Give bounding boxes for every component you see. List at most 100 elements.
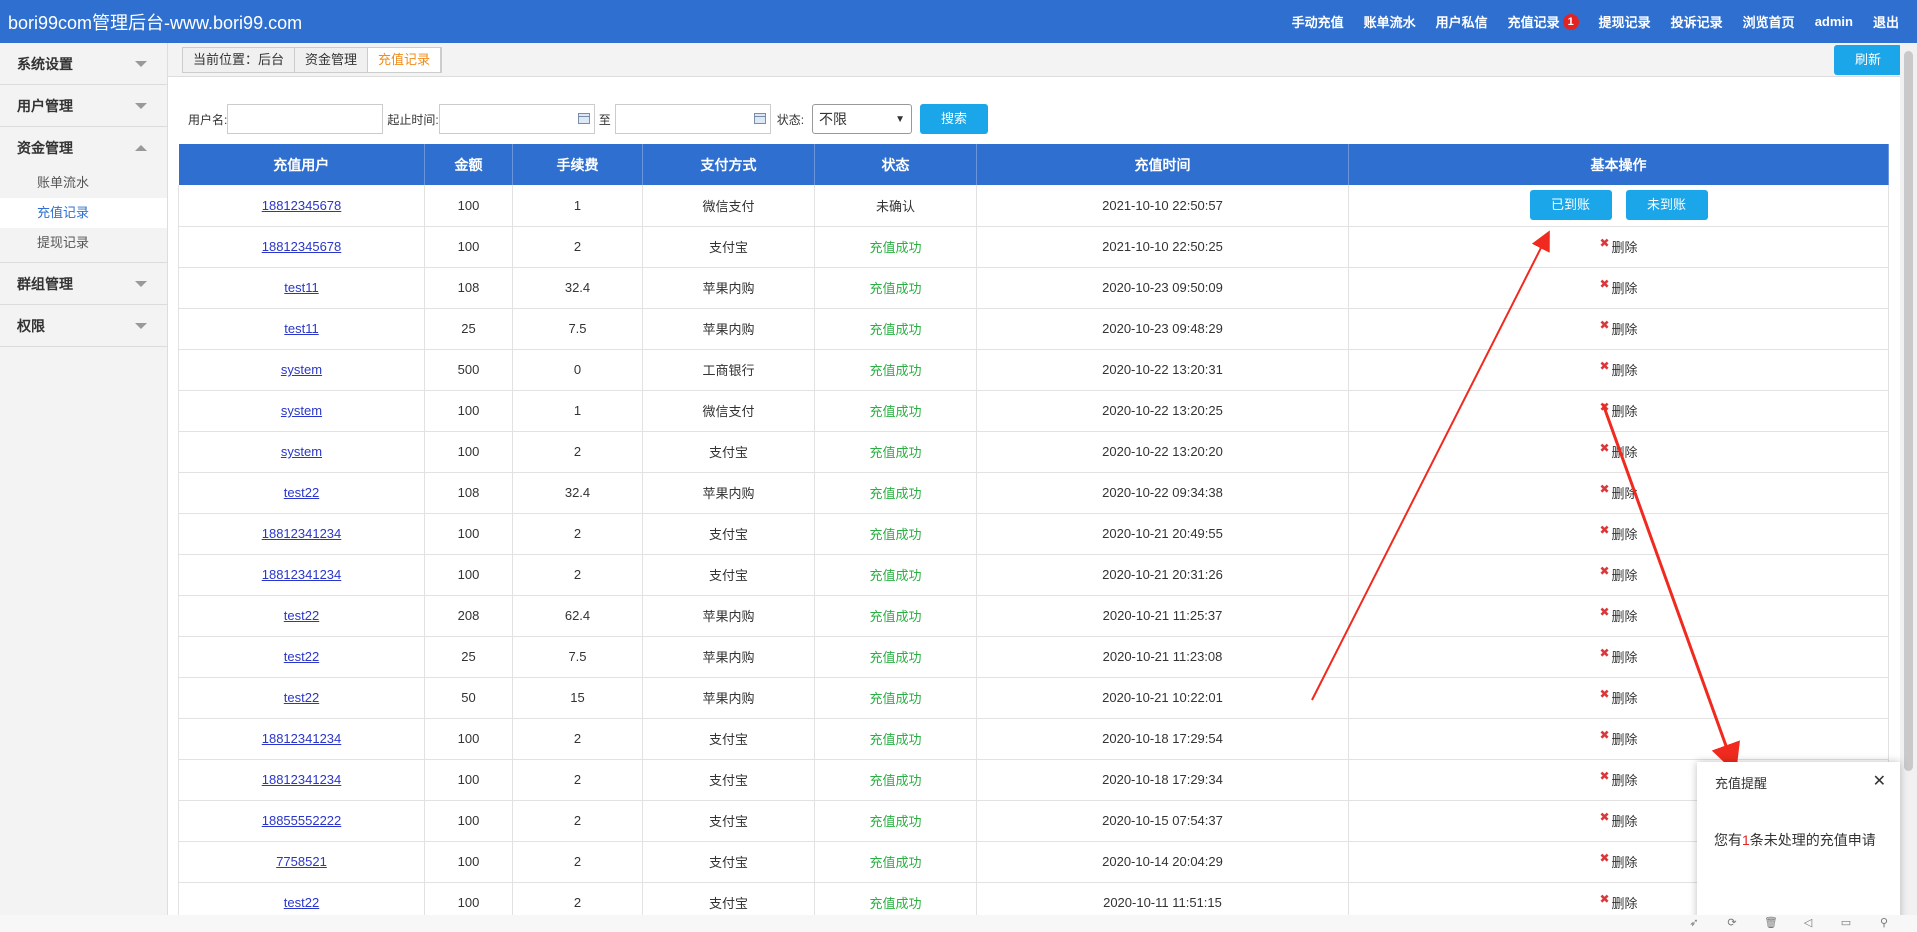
table-cell: 微信支付 xyxy=(642,185,815,227)
user-link[interactable]: test11 xyxy=(284,321,318,336)
nav-item-5[interactable]: 投诉记录 xyxy=(1671,12,1723,31)
delete-label: 删除 xyxy=(1611,322,1638,337)
fee: 2 xyxy=(573,854,582,869)
calendar-icon[interactable] xyxy=(577,113,590,124)
sidebar-item[interactable]: 账单流水 xyxy=(0,168,167,198)
user-link[interactable]: system xyxy=(281,362,322,377)
payment-method: 苹果内购 xyxy=(702,650,755,665)
status-select[interactable]: 不限 ▼ xyxy=(812,104,913,134)
end-date-input[interactable] xyxy=(614,104,771,134)
breadcrumb-section[interactable]: 资金管理 xyxy=(295,48,369,72)
table-cell: 2021-10-10 22:50:25 xyxy=(976,226,1349,268)
search-button[interactable]: 搜索 xyxy=(920,104,989,134)
sidebar-item[interactable]: 提现记录 xyxy=(0,228,167,258)
delete-link[interactable]: ✖ 删除 xyxy=(1599,892,1637,912)
table-cell: 2020-10-22 13:20:25 xyxy=(976,390,1349,432)
nav-item-8[interactable]: 退出 xyxy=(1873,12,1899,31)
trash-icon[interactable]: 🗑 xyxy=(1764,917,1778,929)
delete-link[interactable]: ✖ 删除 xyxy=(1599,564,1637,584)
delete-link[interactable]: ✖ 删除 xyxy=(1599,605,1637,625)
username-input[interactable] xyxy=(227,104,384,134)
fee: 2 xyxy=(573,444,582,459)
user-link[interactable]: 18812341234 xyxy=(262,567,342,582)
sidebar-group-header[interactable]: 群组管理 xyxy=(0,263,167,304)
delete-link[interactable]: ✖ 删除 xyxy=(1599,441,1637,461)
user-link[interactable]: 18812345678 xyxy=(262,239,342,254)
calendar-icon[interactable] xyxy=(753,113,766,124)
user-link[interactable]: test22 xyxy=(284,649,319,664)
user-link[interactable]: test22 xyxy=(284,690,319,705)
delete-link[interactable]: ✖ 删除 xyxy=(1599,810,1637,830)
breadcrumb-home[interactable]: 当前位置：后台 xyxy=(183,48,296,72)
table-cell: test11 xyxy=(178,308,425,350)
recharge-time: 2020-10-22 09:34:38 xyxy=(1102,485,1223,500)
nav-item-6[interactable]: 浏览首页 xyxy=(1743,12,1795,31)
refresh-icon[interactable]: ⟳ xyxy=(1726,917,1738,929)
delete-link[interactable]: ✖ 删除 xyxy=(1599,769,1637,789)
user-link[interactable]: 18812345678 xyxy=(262,198,342,213)
speaker-icon[interactable]: ◁ xyxy=(1802,917,1814,929)
delete-link[interactable]: ✖ 删除 xyxy=(1599,277,1637,297)
user-link[interactable]: 7758521 xyxy=(276,854,327,869)
window-icon[interactable]: ▭ xyxy=(1840,917,1852,929)
sidebar-item[interactable]: 充值记录 xyxy=(0,198,167,228)
scrollbar-thumb[interactable] xyxy=(1904,51,1913,771)
user-link[interactable]: test11 xyxy=(284,280,318,295)
table-cell: 苹果内购 xyxy=(642,308,815,350)
table-cell: 2 xyxy=(512,718,643,760)
nav-item-1[interactable]: 账单流水 xyxy=(1364,12,1416,31)
user-link[interactable]: test22 xyxy=(284,485,319,500)
delete-link[interactable]: ✖ 删除 xyxy=(1599,400,1637,420)
rocket-icon[interactable]: ➶ xyxy=(1688,917,1700,929)
delete-link[interactable]: ✖ 删除 xyxy=(1599,359,1637,379)
refresh-button[interactable]: 刷新 xyxy=(1834,45,1902,75)
delete-link[interactable]: ✖ 删除 xyxy=(1599,236,1637,256)
not-received-button[interactable]: 未到账 xyxy=(1625,190,1708,221)
table-cell: 苹果内购 xyxy=(642,677,815,719)
delete-link[interactable]: ✖ 删除 xyxy=(1599,318,1638,338)
delete-link[interactable]: ✖ 删除 xyxy=(1599,523,1637,543)
main-content: 当前位置：后台 资金管理 充值记录 刷新 用户名: 起止时间: 至 状态: 不限… xyxy=(168,43,1917,924)
confirm-received-button[interactable]: 已到账 xyxy=(1529,190,1612,221)
nav-item-3[interactable]: 充值记录 1 xyxy=(1508,12,1579,31)
user-link[interactable]: system xyxy=(281,444,322,459)
delete-label: 删除 xyxy=(1611,650,1638,665)
nav-item-4[interactable]: 提现记录 xyxy=(1599,12,1651,31)
user-link[interactable]: 18812341234 xyxy=(262,526,342,541)
table-cell: 苹果内购 xyxy=(642,472,815,514)
fee: 2 xyxy=(573,772,582,787)
user-link[interactable]: 18855552222 xyxy=(262,813,342,828)
user-link[interactable]: test22 xyxy=(284,895,319,910)
delete-link[interactable]: ✖ 删除 xyxy=(1599,687,1637,707)
delete-label: 删除 xyxy=(1611,486,1638,501)
nav-item-7[interactable]: admin xyxy=(1815,14,1853,29)
delete-label: 删除 xyxy=(1611,855,1638,870)
table-cell: 100 xyxy=(424,718,513,760)
user-link[interactable]: 18812341234 xyxy=(262,772,342,787)
table-row: test22 208 62.4 苹果内购 充值成功 2020-10-21 11:25:37… xyxy=(178,595,1889,637)
close-icon[interactable]: ✕ xyxy=(1873,771,1886,791)
user-link[interactable]: system xyxy=(281,403,322,418)
sidebar-group-header[interactable]: 资金管理 xyxy=(0,127,167,168)
recharge-time: 2020-10-21 11:25:37 xyxy=(1102,608,1223,623)
delete-link[interactable]: ✖ 删除 xyxy=(1599,646,1638,666)
chevron-down-icon xyxy=(135,322,147,329)
nav-item-0[interactable]: 手动充值 xyxy=(1292,12,1344,31)
nav-item-2[interactable]: 用户私信 xyxy=(1436,12,1488,31)
delete-link[interactable]: ✖ 删除 xyxy=(1599,482,1638,502)
user-link[interactable]: 18812341234 xyxy=(262,731,342,746)
delete-link[interactable]: ✖ 删除 xyxy=(1599,851,1638,871)
sidebar-group-header[interactable]: 用户管理 xyxy=(0,85,167,126)
table-cell: 1 xyxy=(512,390,643,432)
table-cell: 2 xyxy=(512,226,643,268)
time-range-label: 起止时间: xyxy=(387,112,439,127)
table-cell: 1 xyxy=(512,185,643,227)
user-link[interactable]: test22 xyxy=(284,608,319,623)
sidebar-group-header[interactable]: 权限 xyxy=(0,305,167,346)
amount: 100 xyxy=(457,526,480,541)
delete-link[interactable]: ✖ 删除 xyxy=(1599,728,1637,748)
sidebar-group-header[interactable]: 系统设置 xyxy=(0,43,167,84)
start-date-input[interactable] xyxy=(438,104,595,134)
vertical-scrollbar[interactable] xyxy=(1900,43,1917,915)
search-icon[interactable]: ⚲ xyxy=(1878,917,1890,929)
